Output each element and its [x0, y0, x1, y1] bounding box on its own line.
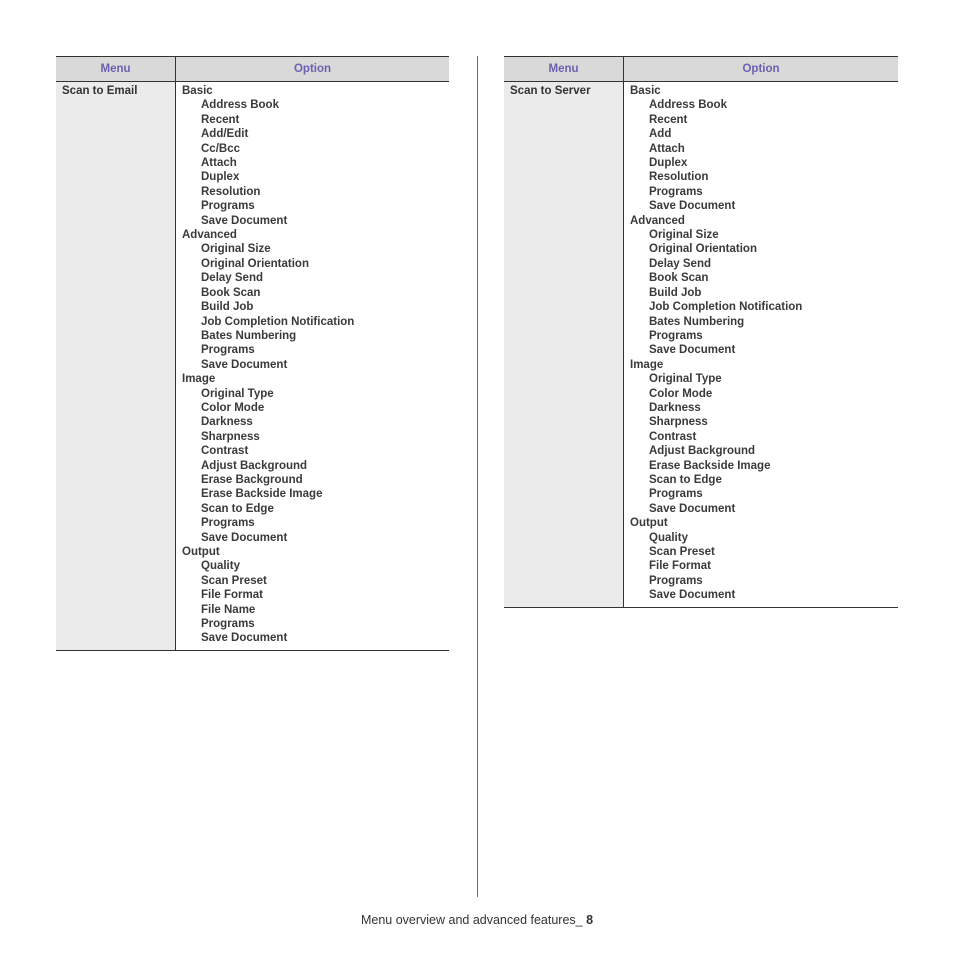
- option-item: Recent: [201, 113, 240, 126]
- option-group-label: Output: [630, 517, 668, 530]
- option-item: Resolution: [649, 171, 709, 184]
- option-item: Quality: [649, 531, 688, 544]
- option-item: Programs: [649, 488, 703, 501]
- option-item: Recent: [649, 113, 688, 126]
- option-item: Darkness: [649, 401, 701, 414]
- option-item: Build Job: [201, 301, 254, 314]
- option-item: Save Document: [649, 344, 736, 357]
- option-group-label: Output: [182, 546, 220, 558]
- option-item: Save Document: [201, 632, 288, 645]
- option-item: Programs: [649, 185, 703, 198]
- option-item: Book Scan: [201, 286, 261, 299]
- option-item: Delay Send: [201, 272, 263, 285]
- option-item: Programs: [201, 517, 255, 530]
- option-item: Original Orientation: [201, 257, 309, 270]
- option-group-label: Basic: [630, 85, 661, 97]
- option-item: Sharpness: [201, 430, 260, 443]
- option-item: Duplex: [201, 171, 240, 184]
- option-item: Adjust Background: [649, 445, 756, 458]
- table-header-row: Menu Option: [504, 56, 898, 82]
- table-row: Scan to Email Basic Address Book Recent Add…: [56, 81, 449, 651]
- option-item: Address Book: [649, 99, 727, 112]
- option-item: Programs: [649, 329, 703, 342]
- option-item: Original Type: [201, 387, 274, 400]
- option-group-label: Image: [182, 373, 216, 386]
- option-item: Scan to Edge: [649, 473, 722, 486]
- option-item: Programs: [201, 344, 255, 357]
- option-item: Color Mode: [201, 401, 265, 414]
- option-item: Attach: [649, 142, 685, 155]
- option-group-label: Advanced: [630, 214, 685, 227]
- option-item: Scan to Edge: [201, 502, 274, 515]
- table-header-row: Menu Option: [56, 56, 449, 82]
- option-column-header: Option: [623, 56, 898, 82]
- menu-cell: Scan to Server: [504, 81, 624, 608]
- menu-column-header: Menu: [504, 56, 624, 82]
- option-item: File Name: [201, 603, 256, 616]
- option-column-header: Option: [175, 56, 449, 82]
- option-cell: Basic Address Book Recent Add/Edit Cc/Bcc Att…: [175, 81, 449, 651]
- option-item: Contrast: [649, 430, 697, 443]
- option-item: Resolution: [201, 185, 261, 198]
- option-group-label: Image: [630, 358, 664, 371]
- option-item: Save Document: [201, 358, 288, 371]
- option-item: Save Document: [649, 502, 736, 515]
- option-item: Scan Preset: [649, 546, 715, 558]
- option-item: Bates Numbering: [649, 315, 745, 328]
- option-item: Save Document: [649, 200, 736, 213]
- option-item: Original Type: [649, 373, 722, 386]
- option-item: Scan Preset: [201, 574, 267, 587]
- scan-to-email-table: Menu Option Scan to Email Basic Address B…: [56, 56, 449, 651]
- option-group-label: Advanced: [182, 229, 237, 242]
- option-item: Erase Background: [201, 473, 303, 486]
- option-item: Save Document: [201, 531, 288, 544]
- page-footer: Menu overview and advanced features_ 8: [0, 913, 954, 927]
- option-item: Adjust Background: [201, 459, 308, 472]
- option-item: File Format: [649, 560, 711, 573]
- menu-cell: Scan to Email: [56, 81, 176, 651]
- option-item: Cc/Bcc: [201, 142, 240, 155]
- option-item: Original Orientation: [649, 243, 757, 256]
- option-item: Save Document: [201, 214, 288, 227]
- option-item: Original Size: [201, 243, 271, 256]
- option-item: Attach: [201, 157, 237, 170]
- option-cell: Basic Address Book Recent Add Attach Duplex Re…: [623, 81, 898, 608]
- option-item: Add/Edit: [201, 128, 249, 141]
- option-item: Programs: [201, 618, 255, 631]
- option-item: Bates Numbering: [201, 329, 297, 342]
- option-item: Build Job: [649, 286, 702, 299]
- option-item: Duplex: [649, 157, 688, 170]
- option-item: Contrast: [201, 445, 249, 458]
- option-item: Job Completion Notification: [201, 315, 355, 328]
- option-item: Book Scan: [649, 272, 709, 285]
- option-item: Programs: [649, 574, 703, 587]
- table-row: Scan to Server Basic Address Book Recent Ad…: [504, 81, 898, 608]
- option-item: Erase Backside Image: [201, 488, 323, 501]
- option-item: Programs: [201, 200, 255, 213]
- option-item: File Format: [201, 589, 263, 602]
- option-item: Sharpness: [649, 416, 708, 429]
- option-item: Job Completion Notification: [649, 301, 803, 314]
- option-item: Darkness: [201, 416, 253, 429]
- column-divider: [477, 56, 478, 897]
- option-item: Address Book: [201, 99, 279, 112]
- footer-title: Menu overview and advanced features_: [360, 913, 587, 927]
- option-item: Add: [649, 128, 672, 141]
- option-item: Erase Backside Image: [649, 459, 771, 472]
- option-item: Quality: [201, 560, 240, 573]
- option-item: Delay Send: [649, 257, 711, 270]
- option-item: Save Document: [649, 589, 736, 602]
- option-item: Original Size: [649, 229, 719, 242]
- page-number: 8: [586, 913, 594, 927]
- scan-to-server-table: Menu Option Scan to Server Basic Address …: [504, 56, 898, 608]
- option-item: Color Mode: [649, 387, 713, 400]
- menu-column-header: Menu: [56, 56, 176, 82]
- option-group-label: Basic: [182, 85, 213, 97]
